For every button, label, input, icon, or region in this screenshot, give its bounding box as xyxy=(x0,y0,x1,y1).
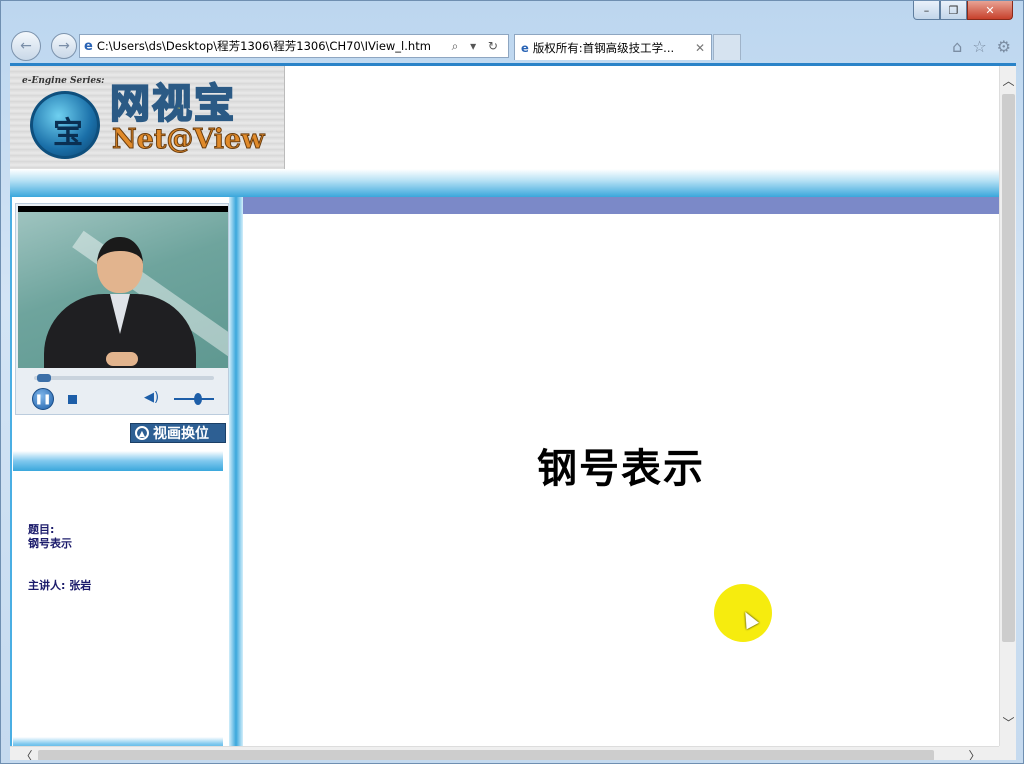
globe-logo-icon: 宝 xyxy=(30,91,100,159)
volume-knob[interactable] xyxy=(194,393,202,405)
address-url[interactable]: C:\Users\ds\Desktop\程芳1306\程芳1306\CH70\I… xyxy=(97,38,452,54)
pause-button[interactable]: ❚❚ xyxy=(32,388,54,410)
restore-button[interactable]: ❐ xyxy=(940,1,967,20)
tab-title: 版权所有:首钢高级技工学... xyxy=(532,40,675,55)
logo-title: 网视宝 xyxy=(109,80,236,128)
lecture-info: 题目: 钢号表示 主讲人: 张岩 xyxy=(28,523,91,593)
nav-bar: ← → e C:\Users\ds\Desktop\程芳1306\程芳1306\… xyxy=(9,31,1015,63)
main-header-band xyxy=(243,197,999,214)
page-viewport: e-Engine Series: 宝 网视宝 Net@View ❚❚ ◀) ▲ … xyxy=(10,63,1016,760)
stop-button[interactable] xyxy=(68,395,77,404)
left-rail xyxy=(229,197,243,760)
ie-page-icon: e xyxy=(84,38,93,54)
swap-up-icon: ▲ xyxy=(135,426,149,440)
forward-button[interactable]: → xyxy=(51,33,77,59)
back-button[interactable]: ← xyxy=(11,31,41,61)
scroll-right-icon[interactable]: 〉 xyxy=(966,747,983,760)
progress-knob[interactable] xyxy=(37,374,52,382)
header-banner: e-Engine Series: 宝 网视宝 Net@View xyxy=(10,66,285,169)
scroll-down-icon[interactable]: ﹀ xyxy=(1000,714,1016,731)
volume-icon[interactable]: ◀) xyxy=(144,390,159,405)
home-icon[interactable]: ⌂ xyxy=(952,37,962,56)
slide-area: 钢号表示 xyxy=(243,214,999,760)
forward-arrow-icon: → xyxy=(58,38,70,54)
swap-view-label: 视画换位 xyxy=(153,426,209,442)
scrollbar-corner xyxy=(999,746,1016,760)
back-arrow-icon: ← xyxy=(20,38,32,54)
left-divider-band xyxy=(13,451,223,471)
player-controls: ❚❚ ◀) xyxy=(32,388,222,410)
new-tab-button[interactable] xyxy=(713,34,741,60)
logo-series-text: e-Engine Series: xyxy=(22,76,105,86)
tab-active[interactable]: e 版权所有:首钢高级技工学... ✕ xyxy=(514,34,712,60)
vertical-scroll-thumb[interactable] xyxy=(1002,94,1015,642)
swap-view-button[interactable]: ▲ 视画换位 xyxy=(130,423,226,443)
video-player: ❚❚ ◀) xyxy=(15,203,229,415)
scroll-up-icon[interactable]: ︿ xyxy=(1000,72,1016,89)
video-scene xyxy=(18,212,228,368)
left-panel: ❚❚ ◀) ▲ 视画换位 题目: 钢号表示 主讲人: 张岩 xyxy=(10,197,232,760)
tab-close-icon[interactable]: ✕ xyxy=(695,41,705,55)
header-band xyxy=(10,169,999,197)
vertical-scrollbar[interactable]: ︿ ﹀ xyxy=(999,66,1016,746)
scroll-left-icon[interactable]: 〈 xyxy=(18,747,35,760)
ie-tab-icon: e xyxy=(521,40,529,55)
minimize-button[interactable]: – xyxy=(913,1,940,20)
address-tools[interactable]: ⌕ ▾ ↻ xyxy=(452,39,508,54)
video-progress-bar[interactable] xyxy=(34,374,214,382)
horizontal-scrollbar[interactable]: 〈 〉 xyxy=(10,746,999,760)
slide-title: 钢号表示 xyxy=(537,446,705,492)
logo-subtitle: Net@View xyxy=(111,124,265,156)
browser-tools: ⌂ ☆ ⚙ xyxy=(952,37,1011,56)
favorites-star-icon[interactable]: ☆ xyxy=(972,37,986,56)
pause-icon: ❚❚ xyxy=(34,393,52,405)
topic-label: 题目: xyxy=(28,523,55,536)
close-button[interactable]: ✕ xyxy=(967,1,1013,20)
video-frame[interactable] xyxy=(18,206,228,368)
browser-window: – ❐ ✕ ← → e C:\Users\ds\Desktop\程芳1306\程… xyxy=(0,0,1024,764)
address-bar[interactable]: e C:\Users\ds\Desktop\程芳1306\程芳1306\CH70… xyxy=(79,34,509,58)
presenter-text: 主讲人: 张岩 xyxy=(28,579,92,592)
topic-value: 钢号表示 xyxy=(28,537,72,550)
caption-buttons: – ❐ ✕ xyxy=(913,1,1013,20)
settings-gear-icon[interactable]: ⚙ xyxy=(997,37,1011,56)
horizontal-scroll-thumb[interactable] xyxy=(38,750,934,760)
